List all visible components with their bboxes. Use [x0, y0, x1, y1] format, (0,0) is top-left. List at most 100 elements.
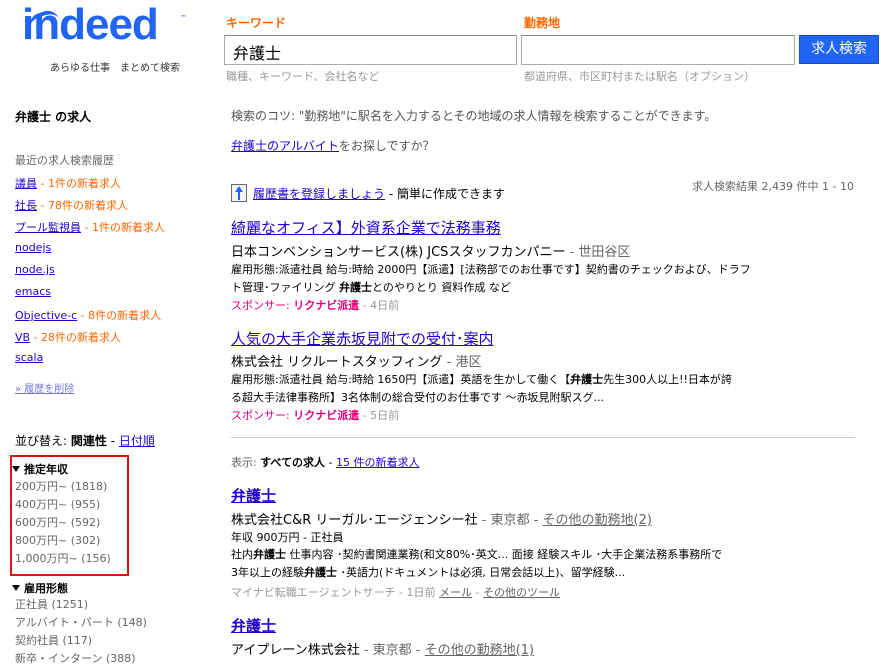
salary-filter-list: 200万円~ (1818) 400万円~ (955) 600万円~ (592) … — [15, 478, 111, 568]
salary-filter-item[interactable]: 800万円~ (302) — [15, 532, 111, 550]
history-link[interactable]: node.js — [15, 263, 55, 276]
salary-filter-title: 推定年収 — [24, 463, 68, 476]
job-title-link[interactable]: 弁護士 — [231, 485, 276, 506]
resume-text: - 簡単に作成できます — [385, 187, 505, 201]
salary-filter-item[interactable]: 1,000万円~ (156) — [15, 550, 111, 568]
show-new-link[interactable]: 15 件の新着求人 — [336, 456, 420, 469]
sort-separator: - — [106, 434, 119, 448]
history-item: scala — [15, 351, 43, 364]
job-salary: 年収 900万円 - 正社員 — [231, 531, 344, 544]
job-snippet: 社内弁護士 仕事内容 ･契約書関連業務(和文80%･英文... 面接 経験スキル… — [231, 546, 821, 582]
results-count: 求人検索結果 2,439 件中 1 - 10 — [692, 180, 854, 193]
history-link[interactable]: プール監視員 — [15, 221, 81, 234]
search-tip: 検索のコツ: "勤務地"に駅名を入力するとその地域の求人情報を検索することができ… — [231, 109, 717, 123]
divider — [231, 437, 855, 438]
job-title-link[interactable]: 弁護士 — [231, 615, 276, 636]
show-label: 表示: — [231, 456, 261, 469]
history-item: emacs — [15, 285, 51, 298]
logo-text: indeed — [22, 0, 159, 49]
job-snippet: 雇用形態:派遣社員 給与:時給 1650円【派遣】英語を生かして働く【弁護士先生… — [231, 371, 821, 407]
salary-filter-item[interactable]: 600万円~ (592) — [15, 514, 111, 532]
history-new-count: - 1件の新着求人 — [81, 221, 165, 234]
jobtype-filter-item[interactable]: アルバイト・パート (148) — [15, 614, 147, 632]
suggestion: 弁護士のアルバイトをお探しですか？ — [231, 137, 435, 154]
history-link[interactable]: 議員 — [15, 177, 37, 190]
email-link[interactable]: メール — [439, 586, 472, 599]
sort-label: 並び替え: — [15, 434, 71, 448]
triangle-down-icon — [12, 466, 20, 472]
job-title-link[interactable]: 綺麗なオフィス】外資系企業で法務事務 — [231, 217, 501, 238]
jobtype-filter-title: 雇用形態 — [24, 582, 68, 595]
history-link[interactable]: 社長 — [15, 199, 37, 212]
keyword-label: キーワード — [226, 16, 287, 30]
indeed-logo[interactable]: indeed ™ あらゆる仕事 まとめて検索 — [22, 0, 202, 76]
sort-control: 並び替え: 関連性 - 日付順 — [15, 432, 155, 449]
sort-by-date-link[interactable]: 日付順 — [119, 434, 155, 448]
sponsor-line: スポンサー: リクナビ派遣 - 4日前 — [231, 299, 400, 312]
history-link[interactable]: emacs — [15, 285, 51, 298]
snippet-line: 雇用形態:派遣社員 給与:時給 1650円【派遣】英語を生かして働く【弁護士先生… — [231, 373, 732, 386]
job-location: - 世田谷区 — [565, 245, 631, 260]
location-input[interactable] — [521, 35, 795, 65]
job-title-link[interactable]: 人気の大手企業赤坂見附での受付･案内 — [231, 328, 494, 349]
job-meta: マイナビ転職エージェントサーチ - 1日前 メール - その他のツール — [231, 586, 560, 599]
sort-current: 関連性 — [70, 434, 107, 448]
job-snippet: 雇用形態:派遣社員 給与:時給 2000円【派遣】[法務部でのお仕事です】契約書… — [231, 261, 821, 297]
location-label: 勤務地 — [524, 16, 561, 30]
history-link[interactable]: VB — [15, 331, 30, 344]
history-new-count: - 1件の新着求人 — [37, 177, 121, 190]
history-title: 最近の求人検索履歴 — [15, 154, 114, 167]
history-link[interactable]: scala — [15, 351, 43, 364]
jobtype-filter-item[interactable]: 新卒・インターン (388) — [15, 650, 147, 668]
snippet-line: 雇用形態:派遣社員 給与:時給 2000円【派遣】[法務部でのお仕事です】契約書… — [231, 263, 751, 276]
job-location: - 東京都 - — [477, 513, 543, 528]
resume-link[interactable]: 履歴書を登録しましょう — [253, 187, 385, 201]
job-location: - 東京都 - — [359, 643, 425, 658]
snippet-line: 社内弁護士 仕事内容 ･契約書関連業務(和文80%･英文... 面接 経験スキル… — [231, 548, 723, 561]
history-link[interactable]: nodejs — [15, 241, 51, 254]
salary-filter-header[interactable]: 推定年収 — [12, 461, 68, 477]
history-item: VB - 28件の新着求人 — [15, 329, 121, 345]
company-name: 株式会社C&R リーガル･エージェンシー社 — [231, 513, 478, 528]
logo-trademark: ™ — [180, 14, 187, 22]
posted-ago: - 5日前 — [359, 409, 400, 422]
resume-promo: 履歴書を登録しましょう - 簡単に作成できます — [231, 184, 505, 202]
logo-tagline: あらゆる仕事 まとめて検索 — [50, 63, 180, 74]
job-location: - 港区 — [442, 355, 482, 370]
history-item: 社長 - 78件の新着求人 — [15, 197, 128, 213]
history-item: node.js — [15, 263, 55, 276]
location-hint: 都道府県、市区町村または駅名（オプション） — [524, 70, 755, 83]
other-locations-link[interactable]: その他の勤務地(2) — [543, 513, 652, 528]
company-name: アイプレーン株式会社 — [231, 643, 360, 658]
keyword-hint: 職種、キーワード、会社名など — [226, 70, 380, 83]
clear-history-link[interactable]: » 履歴を削除 — [15, 380, 74, 395]
job-company: アイプレーン株式会社 - 東京都 - その他の勤務地(1) — [231, 639, 534, 658]
sponsor-name: リクナビ派遣 — [293, 299, 360, 312]
salary-filter-item[interactable]: 200万円~ (1818) — [15, 478, 111, 496]
history-item: Objective-c - 8件の新着求人 — [15, 307, 161, 323]
jobtype-filter-item[interactable]: 正社員 (1251) — [15, 596, 147, 614]
suggestion-text: をお探しですか？ — [338, 139, 435, 153]
job-company: 株式会社 リクルートスタッフィング - 港区 — [231, 351, 481, 370]
search-button[interactable]: 求人検索 — [799, 35, 879, 64]
history-new-count: - 28件の新着求人 — [30, 331, 122, 344]
snippet-line: ト管理･ファイリング 弁護士とのやりとり 資料作成 など — [231, 281, 511, 294]
posted-ago: - 4日前 — [359, 299, 400, 312]
suggestion-link[interactable]: 弁護士のアルバイト — [231, 139, 339, 153]
salary-filter-item[interactable]: 400万円~ (955) — [15, 496, 111, 514]
triangle-down-icon — [12, 585, 20, 591]
jobtype-filter-item[interactable]: 契約社員 (117) — [15, 632, 147, 650]
jobtype-filter-list: 正社員 (1251) アルバイト・パート (148) 契約社員 (117) 新卒… — [15, 596, 147, 668]
history-new-count: - 8件の新着求人 — [77, 309, 162, 322]
company-name: 日本コンベンションサービス(株) JCSスタッフカンパニー — [231, 245, 566, 260]
history-link[interactable]: Objective-c — [15, 309, 77, 322]
job-company: 株式会社C&R リーガル･エージェンシー社 - 東京都 - その他の勤務地(2) — [231, 509, 652, 528]
job-company: 日本コンベンションサービス(株) JCSスタッフカンパニー - 世田谷区 — [231, 241, 630, 260]
keyword-input[interactable]: 弁護士 — [224, 35, 517, 65]
more-tools-link[interactable]: その他のツール — [483, 586, 560, 599]
other-locations-link[interactable]: その他の勤務地(1) — [425, 643, 534, 658]
snippet-line: 3年以上の経験弁護士 ･英語力(ドキュメントは必須, 日常会話以上)、留学経験.… — [231, 566, 626, 579]
history-item: プール監視員 - 1件の新着求人 — [15, 219, 165, 235]
jobtype-filter-header[interactable]: 雇用形態 — [12, 580, 68, 596]
sponsor-name: リクナビ派遣 — [293, 409, 360, 422]
